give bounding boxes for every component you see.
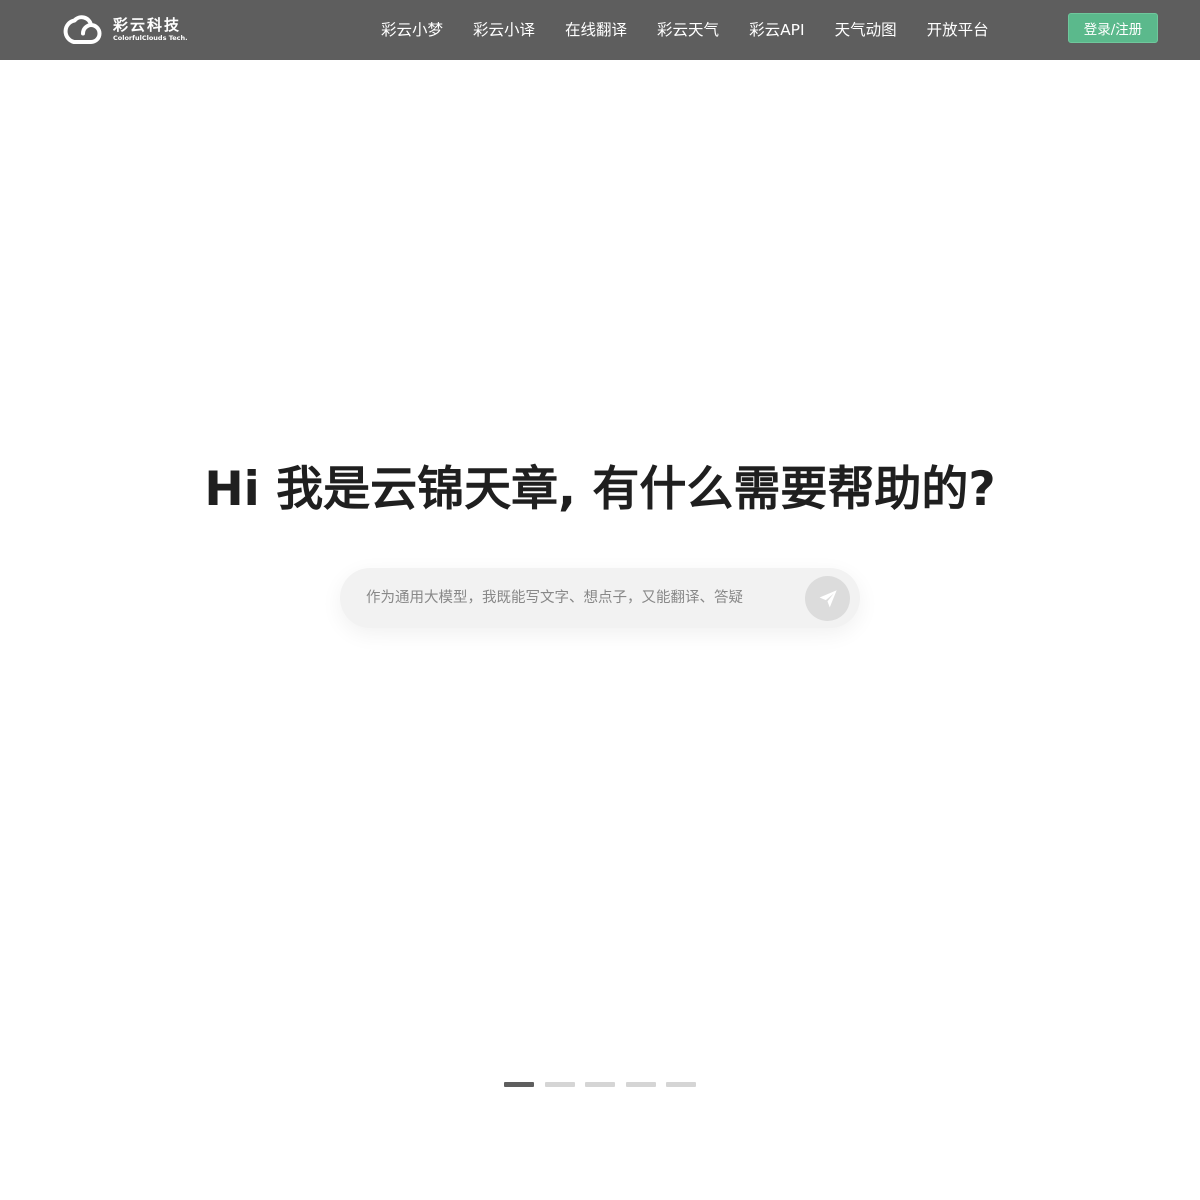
send-button[interactable] [805, 576, 850, 621]
carousel-indicator-1[interactable] [504, 1082, 534, 1087]
cloud-logo-icon [63, 15, 102, 44]
carousel-indicator-5[interactable] [666, 1082, 696, 1087]
nav-item-weather-animation[interactable]: 天气动图 [820, 0, 912, 60]
main-nav: 彩云小梦 彩云小译 在线翻译 彩云天气 彩云API 天气动图 开放平台 [366, 0, 1004, 60]
login-register-button[interactable]: 登录/注册 [1068, 13, 1158, 43]
carousel-indicator-4[interactable] [625, 1082, 656, 1087]
nav-item-online-translation[interactable]: 在线翻译 [550, 0, 642, 60]
nav-item-caiyun-api[interactable]: 彩云API [734, 0, 820, 60]
carousel-indicators [504, 1082, 707, 1087]
carousel-indicator-3[interactable] [585, 1082, 615, 1087]
top-navbar: 彩云科技 ColorfulClouds Tech. 彩云小梦 彩云小译 在线翻译… [0, 0, 1200, 60]
chat-search-box [340, 568, 860, 628]
chat-input[interactable] [366, 568, 796, 628]
nav-item-open-platform[interactable]: 开放平台 [912, 0, 1004, 60]
nav-item-caiyun-weather[interactable]: 彩云天气 [642, 0, 734, 60]
brand-name: 彩云科技 ColorfulClouds Tech. [113, 17, 188, 43]
nav-item-caiyun-xiaoyi[interactable]: 彩云小译 [458, 0, 550, 60]
hero-title: Hi 我是云锦天章, 有什么需要帮助的? [204, 462, 996, 517]
nav-item-caiyun-xiaomeng[interactable]: 彩云小梦 [366, 0, 458, 60]
brand-logo[interactable]: 彩云科技 ColorfulClouds Tech. [60, 10, 188, 50]
brand-name-en: ColorfulClouds Tech. [113, 34, 188, 42]
brand-name-cn: 彩云科技 [113, 16, 182, 34]
paper-plane-icon [819, 589, 837, 607]
carousel-indicator-2[interactable] [544, 1082, 575, 1087]
